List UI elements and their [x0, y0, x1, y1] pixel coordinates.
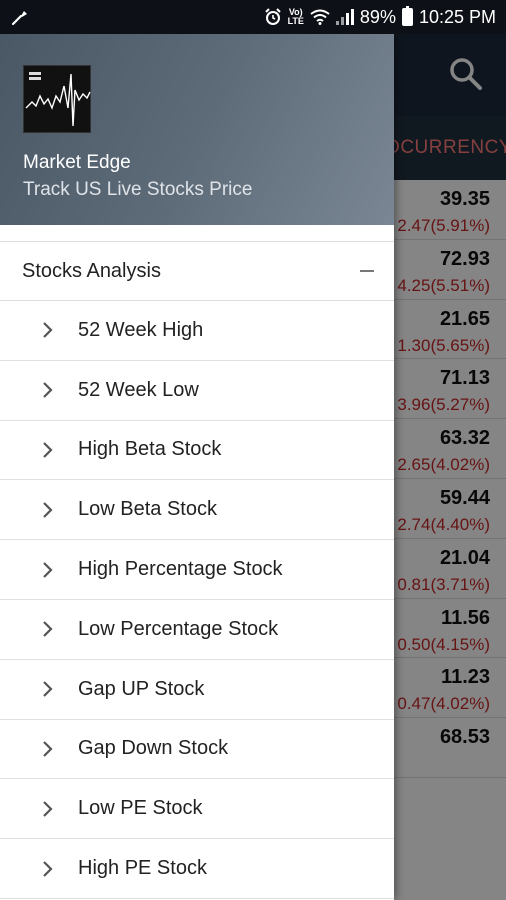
stock-chart-logo-icon [25, 72, 91, 127]
battery-icon [401, 6, 413, 26]
menu-item-low-beta-stock[interactable]: Low Beta Stock [0, 480, 394, 541]
menu-item-52-week-high[interactable]: 52 Week High [0, 301, 394, 361]
menu-item-high-pe-stock[interactable]: High PE Stock [0, 839, 394, 899]
wifi-icon [310, 9, 330, 25]
chevron-right-icon [0, 380, 78, 400]
menu-item-label: High Beta Stock [78, 438, 222, 461]
menu-item-label: Gap UP Stock [78, 677, 205, 700]
menu-item-label: Gap Down Stock [78, 737, 229, 760]
app-logo [23, 65, 91, 133]
chevron-right-icon [0, 440, 78, 460]
menu-item-label: Low PE Stock [78, 797, 203, 820]
menu-item-52-week-low[interactable]: 52 Week Low [0, 361, 394, 421]
wrench-icon [11, 11, 27, 26]
menu-item-label: Low Beta Stock [78, 498, 217, 521]
app-name: Market Edge [23, 152, 131, 173]
menu-item-gap-up-stock[interactable]: Gap UP Stock [0, 660, 394, 720]
chevron-right-icon [0, 500, 78, 520]
chevron-right-icon [0, 560, 78, 580]
app-tagline: Track US Live Stocks Price [23, 179, 253, 200]
chevron-right-icon [0, 320, 78, 340]
volte-icon: Vo) LTE [287, 7, 304, 26]
menu-item-low-percentage-stock[interactable]: Low Percentage Stock [0, 600, 394, 660]
menu-item-gap-down-stock[interactable]: Gap Down Stock [0, 720, 394, 780]
menu-item-label: 52 Week Low [78, 378, 199, 401]
menu-item-label: Low Percentage Stock [78, 617, 279, 640]
menu-item-low-pe-stock[interactable]: Low PE Stock [0, 779, 394, 840]
chevron-right-icon [0, 679, 78, 699]
collapse-icon[interactable] [360, 270, 374, 272]
menu-item-high-percentage-stock[interactable]: High Percentage Stock [0, 540, 394, 600]
chevron-right-icon [0, 859, 78, 879]
signal-icon [335, 9, 354, 25]
divider [0, 225, 394, 242]
section-title: Stocks Analysis [22, 259, 161, 282]
chevron-right-icon [0, 619, 78, 639]
status-bar: Vo) LTE 89% 10:25 PM [0, 0, 506, 34]
section-stocks-analysis[interactable]: Stocks Analysis [0, 242, 394, 301]
navigation-drawer: Market Edge Track US Live Stocks Price S… [0, 34, 394, 900]
menu-item-label: High Percentage Stock [78, 558, 283, 581]
alarm-icon [264, 8, 281, 25]
chevron-right-icon [0, 799, 78, 819]
menu-item-high-beta-stock[interactable]: High Beta Stock [0, 421, 394, 481]
menu-item-label: 52 Week High [78, 318, 204, 341]
chevron-right-icon [0, 739, 78, 759]
clock: 10:25 PM [418, 6, 496, 27]
menu-item-label: High PE Stock [78, 857, 207, 880]
drawer-header: Market Edge Track US Live Stocks Price [0, 34, 394, 225]
battery-percent: 89% [359, 6, 396, 27]
